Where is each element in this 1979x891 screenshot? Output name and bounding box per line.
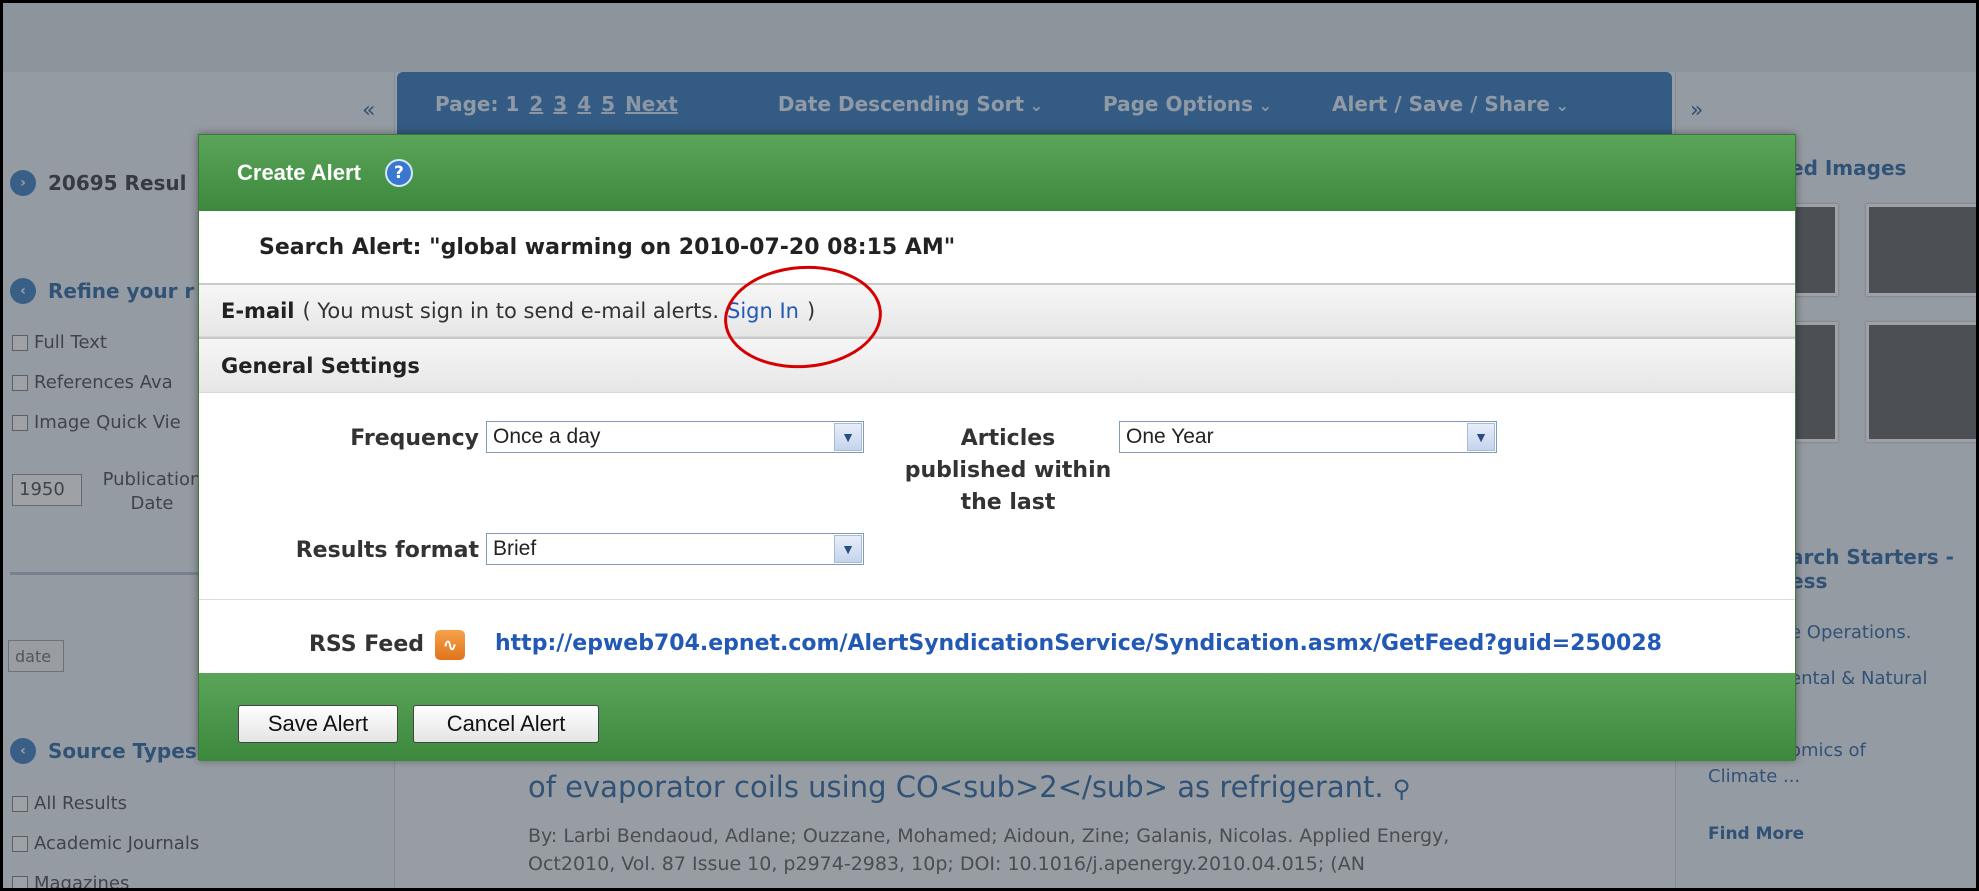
- general-settings-section: General Settings: [199, 337, 1795, 393]
- create-alert-dialog: Create Alert ? Search Alert: "global war…: [198, 134, 1796, 761]
- dialog-title: Create Alert: [237, 160, 361, 185]
- articles-published-label: Articles published within the last: [904, 426, 1112, 515]
- rss-feed-label: RSS Feed: [308, 632, 424, 657]
- general-settings-label: General Settings: [221, 353, 420, 378]
- rss-feed-url-link[interactable]: http://epweb704.epnet.com/AlertSyndicati…: [495, 631, 1662, 656]
- save-alert-button[interactable]: Save Alert: [238, 705, 398, 743]
- frequency-value: Once a day: [493, 425, 601, 448]
- search-alert-name: Search Alert: "global warming on 2010-07…: [259, 235, 956, 260]
- email-note: ( You must sign in to send e-mail alerts…: [302, 298, 719, 323]
- cancel-alert-button[interactable]: Cancel Alert: [413, 705, 599, 743]
- results-format-value: Brief: [493, 537, 537, 560]
- results-format-label: Results format: [295, 538, 479, 563]
- dialog-header: Create Alert ?: [199, 135, 1795, 211]
- help-icon[interactable]: ?: [384, 159, 413, 187]
- divider: [199, 599, 1795, 600]
- frequency-select[interactable]: Once a day ▼: [486, 421, 864, 453]
- chevron-down-icon[interactable]: ▼: [1467, 423, 1495, 451]
- articles-published-select[interactable]: One Year ▼: [1119, 421, 1497, 453]
- email-label: E-mail: [221, 298, 295, 323]
- rss-icon: ∿: [435, 630, 465, 660]
- chevron-down-icon[interactable]: ▼: [834, 535, 862, 563]
- results-format-select[interactable]: Brief ▼: [486, 533, 864, 565]
- email-section: E-mail ( You must sign in to send e-mail…: [199, 283, 1795, 337]
- articles-published-value: One Year: [1126, 425, 1214, 448]
- frequency-label: Frequency: [350, 426, 479, 451]
- chevron-down-icon[interactable]: ▼: [834, 423, 862, 451]
